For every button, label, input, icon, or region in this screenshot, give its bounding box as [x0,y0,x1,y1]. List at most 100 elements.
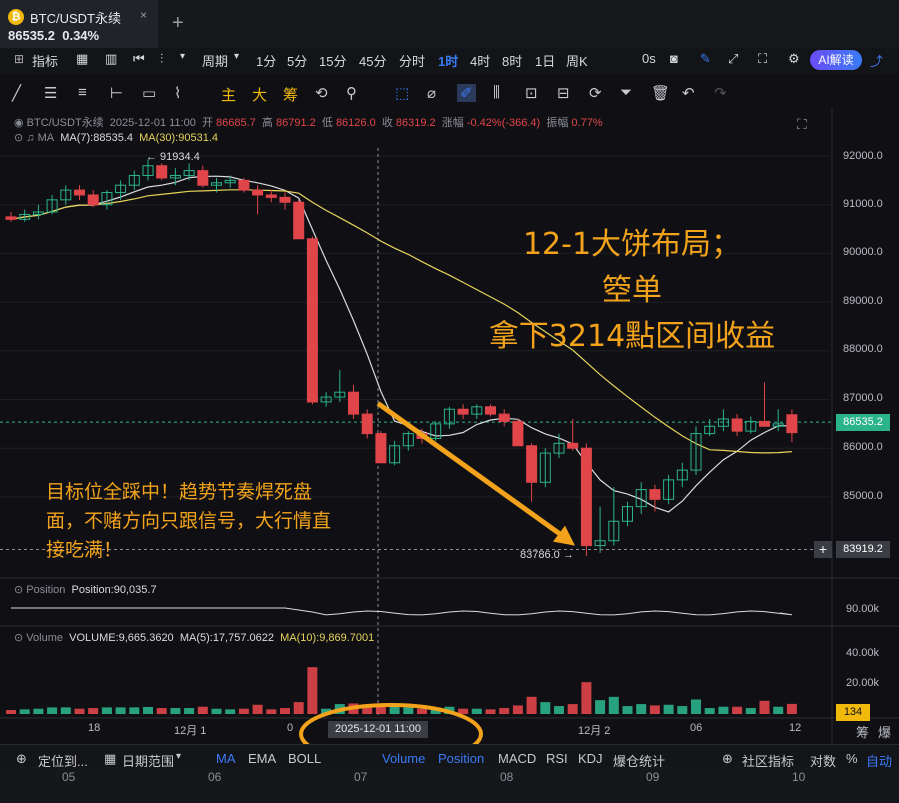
main-toggle[interactable]: 主 [221,84,236,105]
volume-bar [197,706,208,714]
interval-1h[interactable]: 1时 [438,51,458,70]
tab-btc-usdt[interactable]: ₿ BTC/USDT永续 × 86535.2 0.34% [0,0,158,48]
time-tick: 12 [789,722,802,734]
share-icon[interactable]: ⤴ [870,51,883,70]
interval-timeshare[interactable]: 分时 [399,51,425,70]
percent-scale-toggle[interactable]: % [846,751,858,766]
indicator-volume[interactable]: Volume [382,751,425,766]
undo-icon[interactable]: ↶ [682,84,695,102]
chevron-down-icon[interactable]: ▾ [234,51,239,62]
add-alert-icon[interactable]: + [814,541,832,558]
overview-timeline[interactable] [0,767,899,803]
interval-5m[interactable]: 5分 [287,51,307,70]
eye-tool-icon[interactable]: ⊟ [557,84,570,102]
indicator-kdj[interactable]: KDJ [578,751,603,766]
indicator-icon[interactable]: ⊞ [14,52,24,66]
time-tick: 18 [88,722,101,734]
parallel-tool-icon[interactable]: ≡ [78,84,87,101]
select-tool-icon[interactable]: ⬚ [395,84,409,102]
settings-icon[interactable]: ⚙ [788,51,800,67]
interval-1m[interactable]: 1分 [256,51,276,70]
expand-icon[interactable]: ⤢ [728,51,738,67]
path-tool-icon[interactable]: ⌇ [174,84,181,102]
volume-bar [512,705,523,714]
interval-15m[interactable]: 15分 [319,51,346,70]
candle-body [580,447,592,547]
locate-icon[interactable]: ⊕ [16,751,27,767]
position-legend: ⊙ Position Position:90,035.7 [14,584,157,596]
interval-week[interactable]: 周K [566,51,588,70]
interval-1d[interactable]: 1日 [535,51,555,70]
candle [690,426,702,475]
chart-fullscreen-icon[interactable]: ⛶ [797,116,807,133]
bitcoin-icon: ₿ [8,9,24,25]
interval-45m[interactable]: 45分 [359,51,386,70]
chip-toggle[interactable]: 筹 [283,84,298,105]
line-tool-icon[interactable]: ╱ [12,84,21,102]
indicator-ma[interactable]: MA [216,751,236,766]
period-dropdown[interactable]: 周期 [202,51,228,70]
delete-tool-icon[interactable]: 🗑 [651,84,670,102]
timeline-tick: 06 [208,770,222,784]
candle-tool-icon[interactable]: ⫼ [493,84,500,101]
tab-name: BTC/USDT永续 [30,11,122,26]
volume-bar [581,682,592,714]
candle-type-icon[interactable]: ⫶ [160,51,163,67]
indicator-macd[interactable]: MACD [498,751,536,766]
liquidation-label[interactable]: 爆 [878,722,891,741]
brush-tool-icon[interactable]: ✐ [457,84,476,102]
redo-icon[interactable]: ↷ [714,84,727,102]
ai-interpret-button[interactable]: AI解读 [810,50,862,70]
pen-icon[interactable]: ✎ [700,51,711,67]
candle-body [279,196,291,203]
chevron-down-icon[interactable]: ▾ [176,751,181,762]
indicator-rsi[interactable]: RSI [546,751,568,766]
refresh-label[interactable]: 0s [642,51,656,66]
filter-tool-icon[interactable]: ⏷ [620,84,632,101]
candle [526,443,538,502]
fullscreen-icon[interactable]: ⛶ [758,51,767,67]
ma-legend: ⊙ ♫ MA MA(7):88535.4 MA(30):90531.4 [14,132,218,144]
lock-tool-icon[interactable]: ⊡ [525,84,538,102]
collapse-icon: ⊙ [14,584,24,596]
chip-label[interactable]: 筹 [856,722,869,741]
volume-bar [88,708,99,714]
timeline-tick: 09 [646,770,660,784]
interval-8h[interactable]: 8时 [502,51,522,70]
chevron-down-icon[interactable]: ▾ [180,51,185,62]
ray-tool-icon[interactable]: ⊢ [110,84,123,102]
chart-canvas[interactable] [0,108,899,744]
new-tab-button[interactable]: + [172,12,184,35]
layout-icon[interactable]: ▥ [105,51,117,67]
clip-tool-icon[interactable]: ⟳ [589,84,602,102]
candle [498,409,510,427]
volume-bar [745,708,756,714]
date-range-icon[interactable]: ▦ [104,751,116,767]
volume-bar [649,705,660,714]
calendar-icon[interactable]: ▦ [76,51,88,67]
candle [430,421,442,441]
hline-tool-icon[interactable]: ☰ [44,84,57,102]
rewind-icon[interactable]: ⏮ [133,51,145,67]
volume-bar [677,706,688,714]
magnet-tool-icon[interactable]: ⚲ [346,84,357,102]
community-icon[interactable]: ⊕ [722,751,733,767]
volume-bar [252,704,263,714]
candle [594,506,606,553]
indicator-position[interactable]: Position [438,751,484,766]
volume-bar [238,708,249,714]
indicators-button[interactable]: 指标 [32,51,58,70]
fib-tool-icon[interactable]: ⟲ [315,84,328,102]
interval-4h[interactable]: 4时 [470,51,490,70]
tab-close-icon[interactable]: × [140,8,147,22]
ruler-tool-icon[interactable]: ⌀ [427,84,436,102]
time-tick: 12月 2 [578,725,611,737]
candle [567,418,579,451]
camera-icon[interactable]: ◙ [670,51,678,66]
volume-bar [115,707,126,714]
indicator-boll[interactable]: BOLL [288,751,321,766]
rect-tool-icon[interactable]: ▭ [142,84,156,102]
indicator-ema[interactable]: EMA [248,751,276,766]
candle-body [252,189,264,196]
large-toggle[interactable]: 大 [252,84,267,105]
